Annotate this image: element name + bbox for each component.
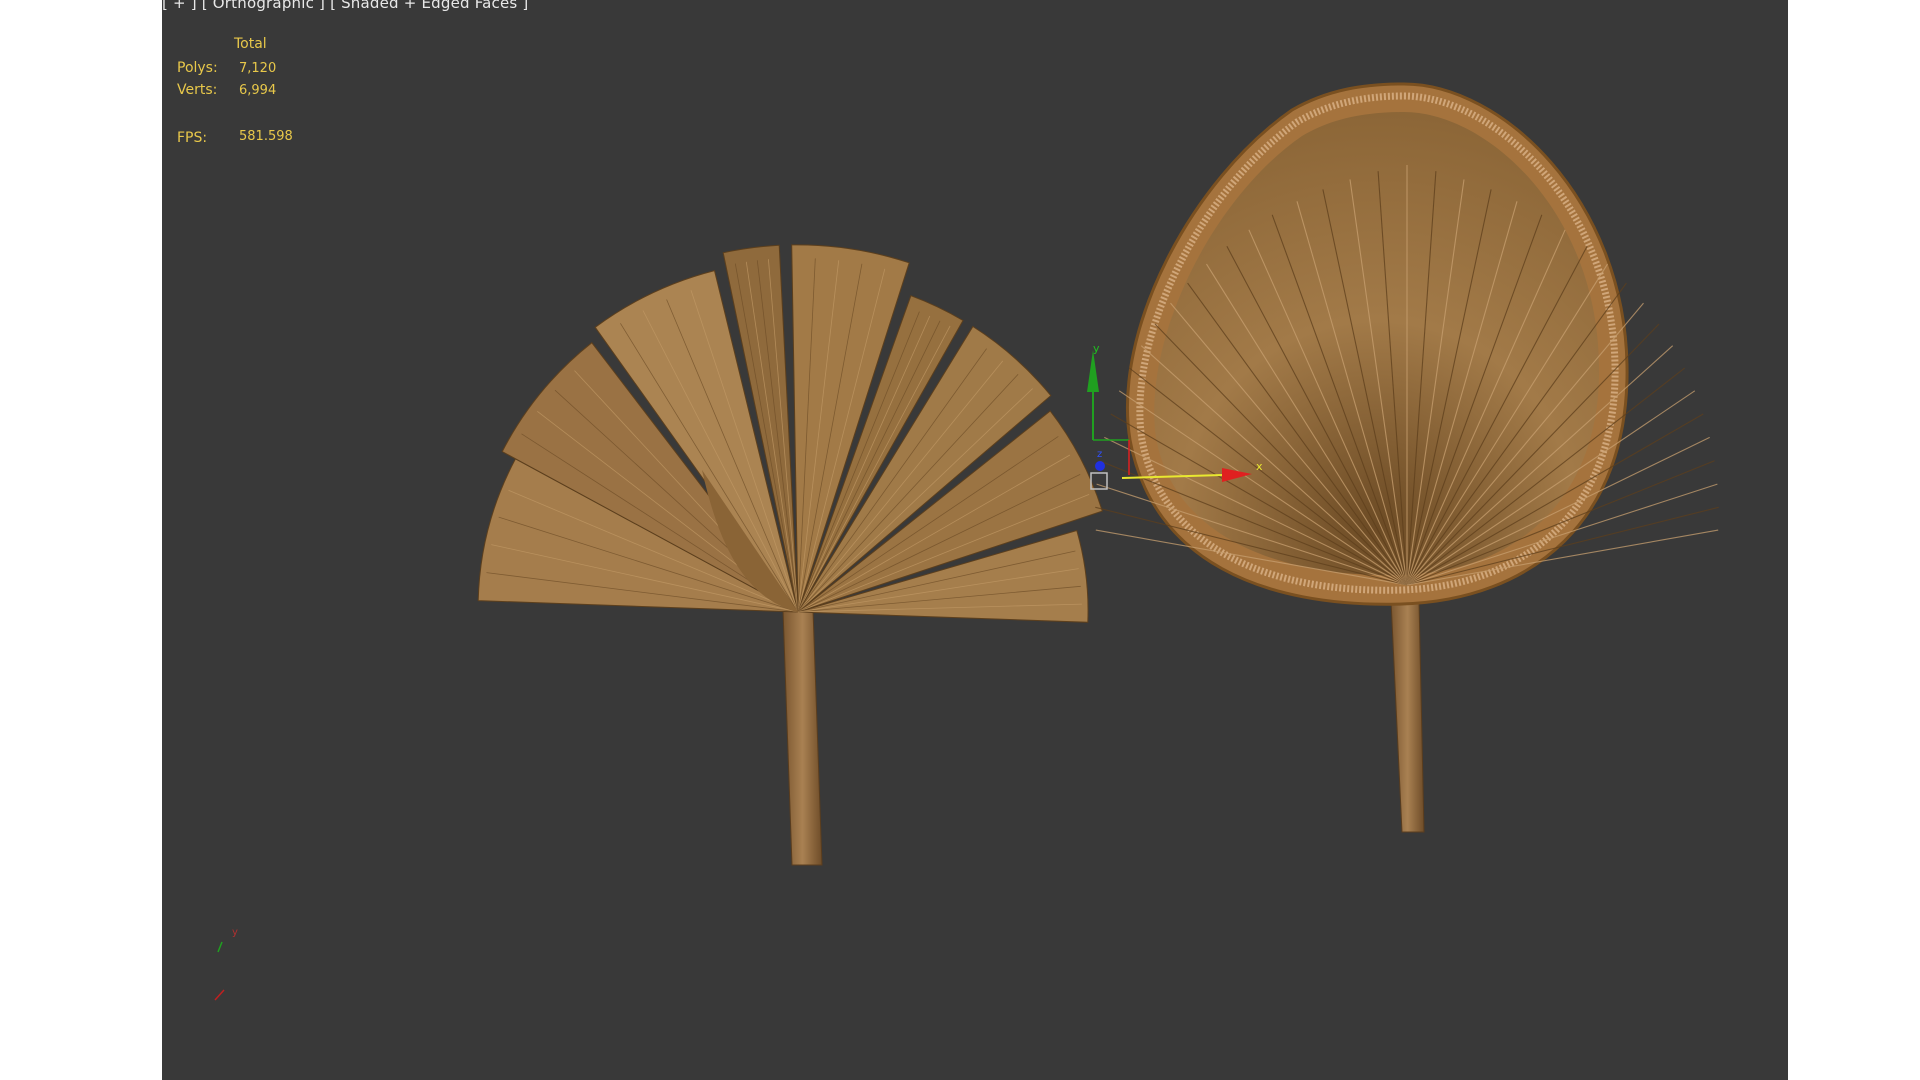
tripod-y-label: y: [232, 927, 238, 938]
fan-left-handle: [782, 609, 823, 866]
fan-right-handle: [1390, 599, 1425, 833]
fan-left-fronds: [477, 244, 1103, 623]
orthographic-viewport[interactable]: [ + ] [ Orthographic ] [ Shaded + Edged …: [162, 0, 1788, 1080]
scene-canvas: y x z y: [214, 82, 1719, 1001]
gizmo-z-label: z: [1097, 449, 1102, 460]
palm-fan-right[interactable]: [1095, 82, 1719, 833]
palm-fan-left[interactable]: [477, 244, 1103, 866]
gizmo-y-label: y: [1093, 342, 1100, 355]
view-axis-tripod-icon: y: [214, 927, 238, 1001]
gizmo-x-label: x: [1256, 460, 1263, 473]
